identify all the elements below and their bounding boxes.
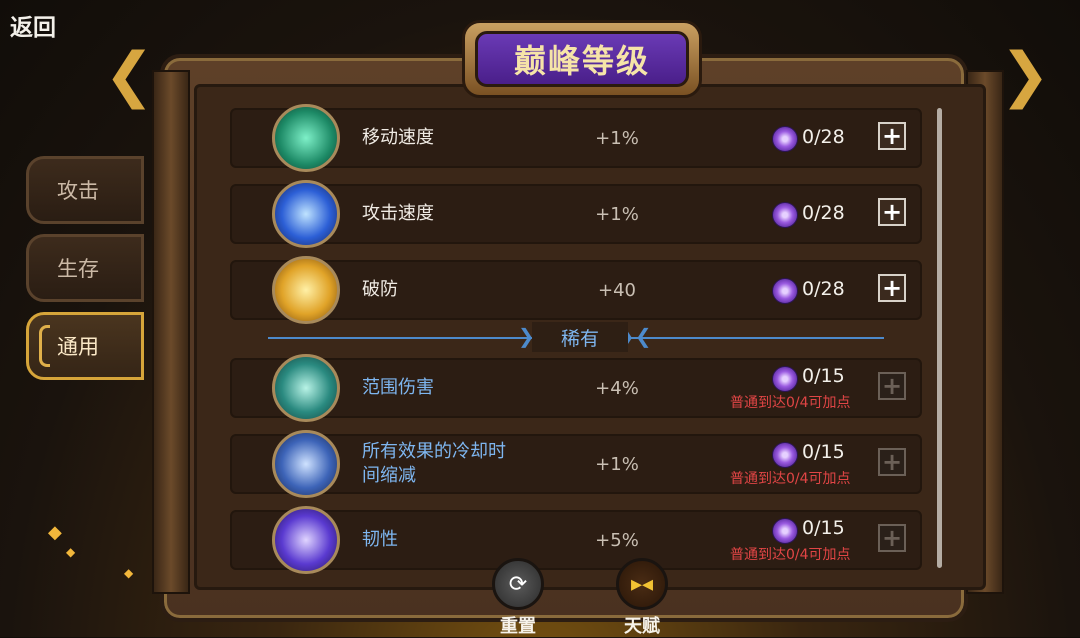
back-button[interactable]: 返回 xyxy=(10,8,56,42)
stat-count: 0/15 xyxy=(802,365,845,387)
armor-break-icon xyxy=(272,256,340,324)
page-title: 巅峰等级 xyxy=(475,31,689,87)
add-point-button[interactable]: + xyxy=(878,198,906,226)
add-point-button[interactable]: + xyxy=(878,524,906,552)
stat-name: 所有效果的冷却时间缩减 xyxy=(362,441,506,486)
stat-count: 0/28 xyxy=(802,278,845,300)
cooldown-bomb-icon xyxy=(272,430,340,498)
wing-ornament-left-icon: ❮ xyxy=(104,40,155,110)
stat-row: 移动速度 +1% 0/28 + xyxy=(230,104,922,172)
title-banner: 巅峰等级 xyxy=(462,20,702,98)
ember-decoration: ◆ xyxy=(66,545,76,559)
stat-name: 攻击速度 xyxy=(362,203,434,224)
tab-survival[interactable]: 生存 xyxy=(26,234,144,302)
stat-count: 0/28 xyxy=(802,202,845,224)
talent-button[interactable]: ▸◂ xyxy=(616,558,668,610)
tab-label: 生存 xyxy=(57,257,99,281)
frame-pillar-left xyxy=(152,70,190,594)
stat-row: 所有效果的冷却时间缩减 +1% 0/15 普通到达0/4可加点 + xyxy=(230,430,922,498)
talent-label: 天赋 xyxy=(624,616,660,637)
tab-label: 通用 xyxy=(57,335,99,359)
add-point-button[interactable]: + xyxy=(878,448,906,476)
unlock-requirement: 普通到达0/4可加点 xyxy=(730,395,851,411)
point-coin-icon xyxy=(772,126,798,152)
ember-decoration: ◆ xyxy=(48,522,62,543)
wing-ornament-right-icon: ❯ xyxy=(1000,40,1051,110)
tab-attack[interactable]: 攻击 xyxy=(26,156,144,224)
speed-boot-icon xyxy=(272,104,340,172)
unlock-requirement: 普通到达0/4可加点 xyxy=(730,547,851,563)
stat-row: 攻击速度 +1% 0/28 + xyxy=(230,180,922,248)
stat-count: 0/15 xyxy=(802,517,845,539)
toughness-crystal-icon xyxy=(272,506,340,574)
talent-swap-icon: ▸◂ xyxy=(630,571,654,597)
add-point-button[interactable]: + xyxy=(878,122,906,150)
stat-name: 移动速度 xyxy=(362,127,434,148)
point-coin-icon xyxy=(772,442,798,468)
unlock-requirement: 普通到达0/4可加点 xyxy=(730,471,851,487)
point-coin-icon xyxy=(772,366,798,392)
ember-decoration: ◆ xyxy=(124,566,134,580)
stat-count: 0/15 xyxy=(802,441,845,463)
stat-name: 范围伤害 xyxy=(362,377,434,398)
add-point-button[interactable]: + xyxy=(878,274,906,302)
rare-section-label: 稀有 xyxy=(532,322,628,352)
stat-value: +1% xyxy=(595,203,639,225)
area-damage-icon xyxy=(272,354,340,422)
stat-name: 破防 xyxy=(362,279,398,300)
point-coin-icon xyxy=(772,518,798,544)
stat-row: 破防 +40 0/28 + xyxy=(230,256,922,324)
stat-row: 韧性 +5% 0/15 普通到达0/4可加点 + xyxy=(230,506,922,574)
add-point-button[interactable]: + xyxy=(878,372,906,400)
scrollbar[interactable] xyxy=(937,108,942,568)
point-coin-icon xyxy=(772,278,798,304)
tab-general[interactable]: 通用 xyxy=(26,312,144,380)
reset-button[interactable]: ⟳ xyxy=(492,558,544,610)
attack-speed-blade-icon xyxy=(272,180,340,248)
refresh-icon: ⟳ xyxy=(508,571,528,597)
reset-label: 重置 xyxy=(500,616,536,637)
tab-label: 攻击 xyxy=(57,179,99,203)
stat-value: +1% xyxy=(595,453,639,475)
stat-value: +40 xyxy=(598,279,636,301)
point-coin-icon xyxy=(772,202,798,228)
stat-count: 0/28 xyxy=(802,126,845,148)
stat-row: 范围伤害 +4% 0/15 普通到达0/4可加点 + xyxy=(230,354,922,422)
stat-value: +4% xyxy=(595,377,639,399)
stat-value: +1% xyxy=(595,127,639,149)
